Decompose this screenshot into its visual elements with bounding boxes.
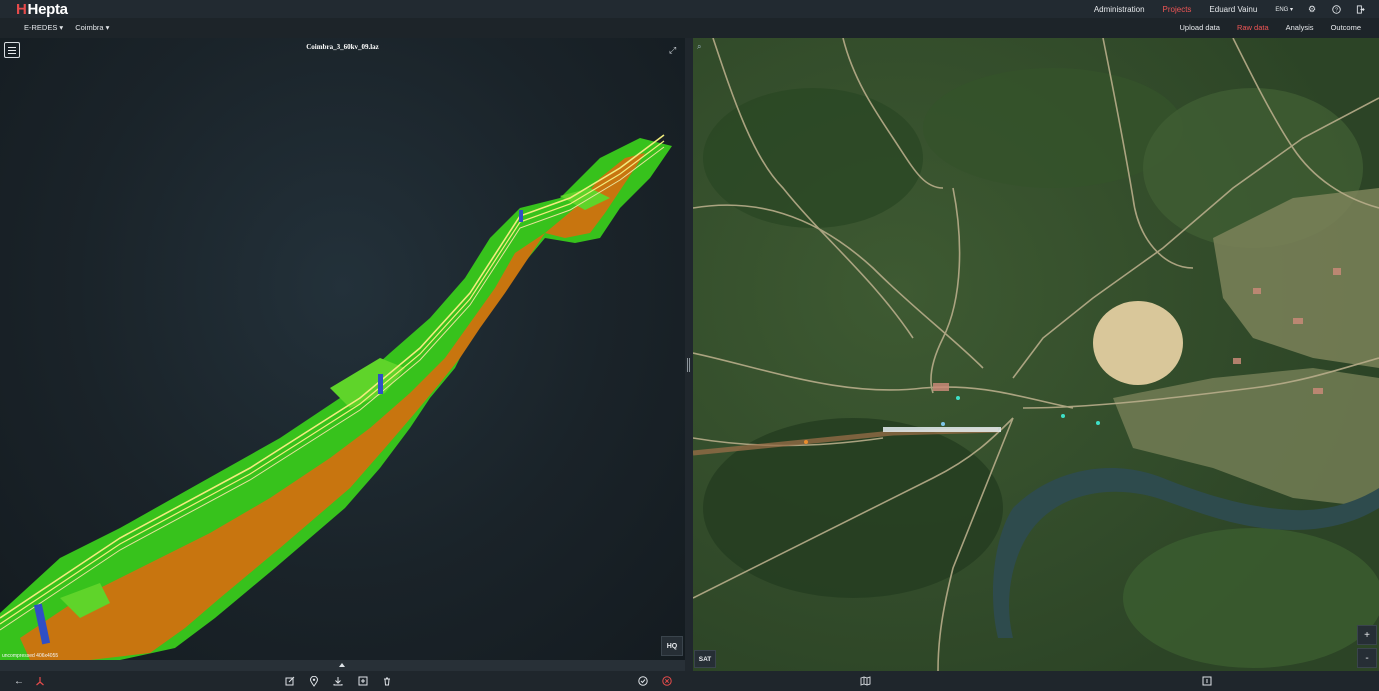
- edit-icon[interactable]: [282, 671, 298, 691]
- download-icon[interactable]: [330, 671, 346, 691]
- svg-text:?: ?: [1335, 7, 1338, 13]
- splitter-grip-icon[interactable]: [687, 358, 690, 372]
- satellite-toggle-button[interactable]: SAT: [694, 650, 716, 668]
- info-panel-icon[interactable]: [1199, 671, 1215, 691]
- bottom-toolbar: [0, 671, 1379, 691]
- tab-raw-data[interactable]: Raw data: [1237, 23, 1269, 32]
- point-cloud-viewer[interactable]: Coimbra_3_60kv_09.laz ⤢ HQ uncompressed …: [0, 38, 685, 660]
- data-tabs: Upload data Raw data Analysis Outcome: [1162, 18, 1361, 36]
- zoom-out-button[interactable]: -: [1357, 648, 1377, 668]
- pole-marker: [519, 210, 523, 222]
- logo-mark-icon: H: [16, 0, 27, 18]
- zoom-in-button[interactable]: +: [1357, 625, 1377, 645]
- breadcrumb-project[interactable]: Coimbra ▾: [75, 23, 109, 32]
- nav-projects[interactable]: Projects: [1163, 5, 1192, 14]
- map-search-icon[interactable]: ⌕: [697, 42, 701, 52]
- measure-icon[interactable]: [32, 671, 48, 691]
- pole-marker[interactable]: [1096, 421, 1100, 425]
- help-icon[interactable]: ?: [1331, 4, 1341, 14]
- map-render[interactable]: [693, 38, 1379, 671]
- hq-toggle-button[interactable]: HQ: [661, 636, 683, 656]
- breadcrumb-org[interactable]: E-REDES ▾: [24, 23, 63, 32]
- map-view-icon[interactable]: [857, 671, 873, 691]
- point-cloud-render[interactable]: [0, 38, 685, 660]
- panel-expand-caret-icon[interactable]: [339, 663, 345, 667]
- breadcrumb: E-REDES ▾ Coimbra ▾: [24, 18, 121, 36]
- tab-analysis[interactable]: Analysis: [1286, 23, 1314, 32]
- back-arrow-icon[interactable]: ←: [11, 671, 27, 691]
- secondary-bar: E-REDES ▾ Coimbra ▾ Upload data Raw data…: [0, 18, 1379, 38]
- file-title: Coimbra_3_60kv_09.laz: [306, 43, 379, 51]
- user-menu[interactable]: Eduard Vainu: [1209, 5, 1257, 14]
- location-pin-icon[interactable]: [306, 671, 322, 691]
- cancel-x-icon[interactable]: [659, 671, 675, 691]
- app-logo[interactable]: H Hepta: [16, 0, 68, 18]
- logo-text: Hepta: [27, 0, 68, 18]
- tab-upload-data[interactable]: Upload data: [1179, 23, 1219, 32]
- confirm-check-icon[interactable]: [635, 671, 651, 691]
- tab-outcome[interactable]: Outcome: [1331, 23, 1361, 32]
- satellite-map[interactable]: [693, 38, 1379, 671]
- pole-marker[interactable]: [941, 422, 945, 426]
- logout-icon[interactable]: [1355, 4, 1365, 14]
- layer-label: uncompressed 406x4055: [2, 653, 59, 659]
- top-nav: Administration Projects Eduard Vainu ENG…: [1076, 0, 1365, 18]
- pole-marker[interactable]: [804, 440, 808, 444]
- pole-marker: [378, 374, 383, 394]
- add-box-icon[interactable]: [355, 671, 371, 691]
- fullscreen-icon[interactable]: ⤢: [669, 45, 676, 56]
- pole-marker[interactable]: [1061, 414, 1065, 418]
- pole-marker[interactable]: [956, 396, 960, 400]
- gear-icon[interactable]: ⚙: [1307, 4, 1317, 14]
- nav-administration[interactable]: Administration: [1094, 5, 1145, 14]
- trash-icon[interactable]: [379, 671, 395, 691]
- language-select[interactable]: ENG ▾: [1275, 6, 1293, 13]
- top-bar: H Hepta Administration Projects Eduard Va…: [0, 0, 1379, 18]
